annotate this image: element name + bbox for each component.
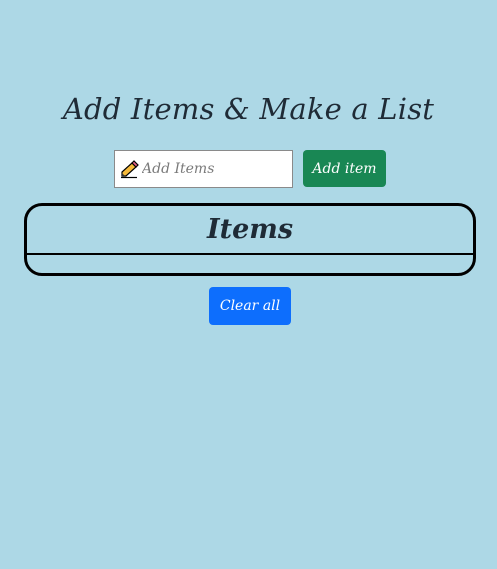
page-title: Add Items & Make a List <box>62 92 435 126</box>
items-heading: Items <box>206 214 294 245</box>
add-item-button[interactable]: Add item <box>303 150 386 187</box>
clear-all-button[interactable]: Clear all <box>209 287 291 325</box>
items-list: Items <box>24 203 476 276</box>
pencil-icon <box>119 159 139 179</box>
item-input-wrapper[interactable] <box>114 150 293 188</box>
item-input[interactable] <box>142 161 287 177</box>
items-list-header: Items <box>27 206 473 255</box>
